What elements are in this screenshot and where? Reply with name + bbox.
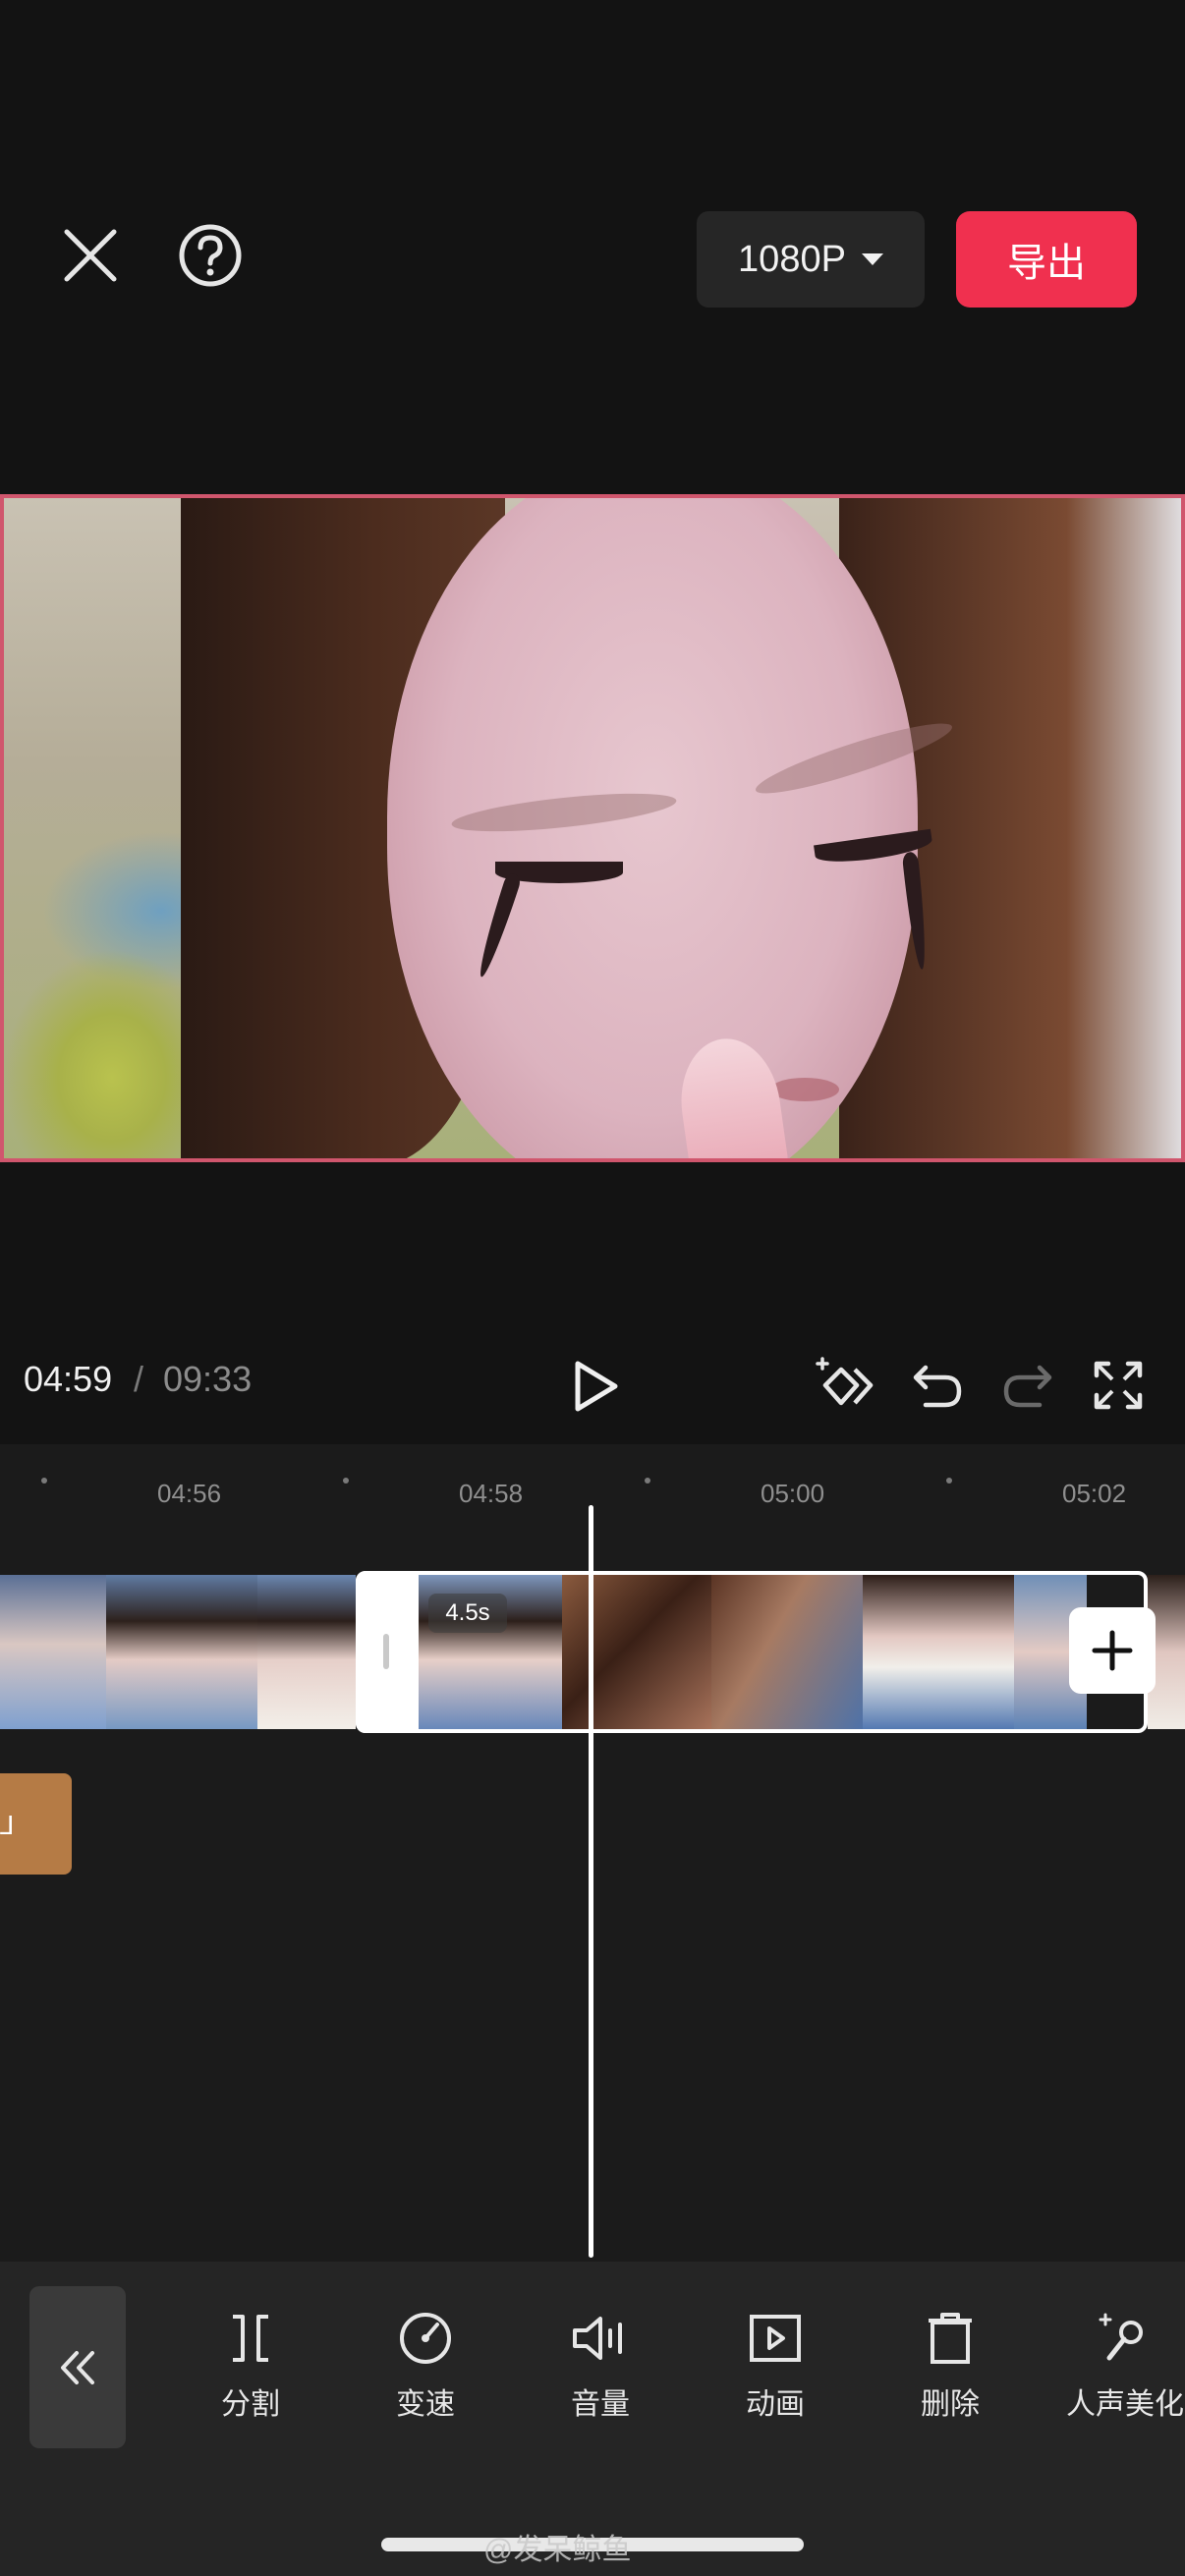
close-button[interactable] [57, 222, 124, 289]
tool-voice-enhance[interactable]: 人声美化 [1051, 2311, 1185, 2423]
keyframe-icon [816, 1357, 874, 1406]
ruler-dot [946, 1478, 952, 1484]
split-icon [233, 2315, 268, 2362]
export-button[interactable]: 导出 [956, 211, 1137, 308]
ruler-dot [645, 1478, 650, 1484]
animation-icon [750, 2315, 801, 2362]
keyframe-button[interactable] [812, 1354, 876, 1419]
collapse-toolbar-button[interactable] [29, 2286, 126, 2448]
caret-down-icon [861, 253, 883, 265]
delete-icon [929, 2313, 972, 2364]
fullscreen-button[interactable] [1089, 1356, 1148, 1415]
play-button[interactable] [564, 1356, 625, 1417]
tool-label: 删除 [921, 2388, 980, 2421]
tool-delete[interactable]: 删除 [876, 2311, 1024, 2423]
trim-handle-left[interactable] [356, 1571, 419, 1733]
ruler-dot [343, 1478, 349, 1484]
video-preview[interactable] [0, 494, 1185, 1162]
tool-speed[interactable]: 变速 [352, 2311, 499, 2423]
tool-split[interactable]: 分割 [177, 2311, 324, 2423]
tool-label: 动画 [746, 2388, 805, 2421]
tool-label: 音量 [571, 2388, 630, 2421]
speed-icon [400, 2313, 451, 2364]
total-time: 09:33 [163, 1359, 253, 1399]
undo-icon [913, 1365, 962, 1408]
voice-enhance-icon [1099, 2313, 1143, 2361]
ruler-dot [41, 1478, 47, 1484]
redo-button[interactable] [998, 1356, 1057, 1415]
playhead[interactable] [589, 1505, 593, 2258]
ruler-label: 04:58 [459, 1479, 524, 1508]
ruler-label: 05:00 [761, 1479, 825, 1508]
trim-grip [383, 1634, 389, 1669]
play-icon [575, 1361, 618, 1412]
add-clip-button[interactable] [1069, 1607, 1156, 1694]
redo-icon [1003, 1365, 1052, 1408]
video-thumbnail[interactable] [0, 1575, 106, 1729]
volume-icon [573, 2317, 622, 2360]
close-icon [64, 229, 117, 282]
tool-label: 变速 [396, 2388, 455, 2421]
export-label: 导出 [1007, 242, 1086, 285]
help-icon [179, 224, 242, 287]
audio-clip-label: ⅃ [0, 1811, 15, 1840]
fullscreen-icon [1094, 1361, 1143, 1410]
undo-button[interactable] [908, 1356, 967, 1415]
resolution-dropdown[interactable]: 1080P [697, 211, 925, 308]
tool-label: 分割 [221, 2388, 280, 2421]
ruler-label: 04:56 [157, 1479, 222, 1508]
clip-duration-badge: 4.5s [428, 1594, 507, 1633]
double-chevron-left-icon [61, 2350, 94, 2384]
help-button[interactable] [177, 222, 244, 289]
audio-clip[interactable]: ⅃ [0, 1773, 72, 1875]
current-time: 04:59 [24, 1359, 113, 1399]
video-thumbnail[interactable] [257, 1575, 356, 1729]
ruler-label: 05:02 [1062, 1479, 1127, 1508]
preview-mouth [770, 1078, 839, 1101]
resolution-label: 1080P [738, 238, 846, 280]
time-separator: / [134, 1359, 144, 1399]
tool-volume[interactable]: 音量 [527, 2311, 674, 2423]
tool-label: 人声美化 [1066, 2388, 1184, 2421]
tool-animation[interactable]: 动画 [702, 2311, 849, 2423]
plus-icon [1092, 1630, 1133, 1671]
watermark: @发呆鲸鱼 [483, 2534, 632, 2566]
video-thumbnail[interactable] [106, 1575, 257, 1729]
